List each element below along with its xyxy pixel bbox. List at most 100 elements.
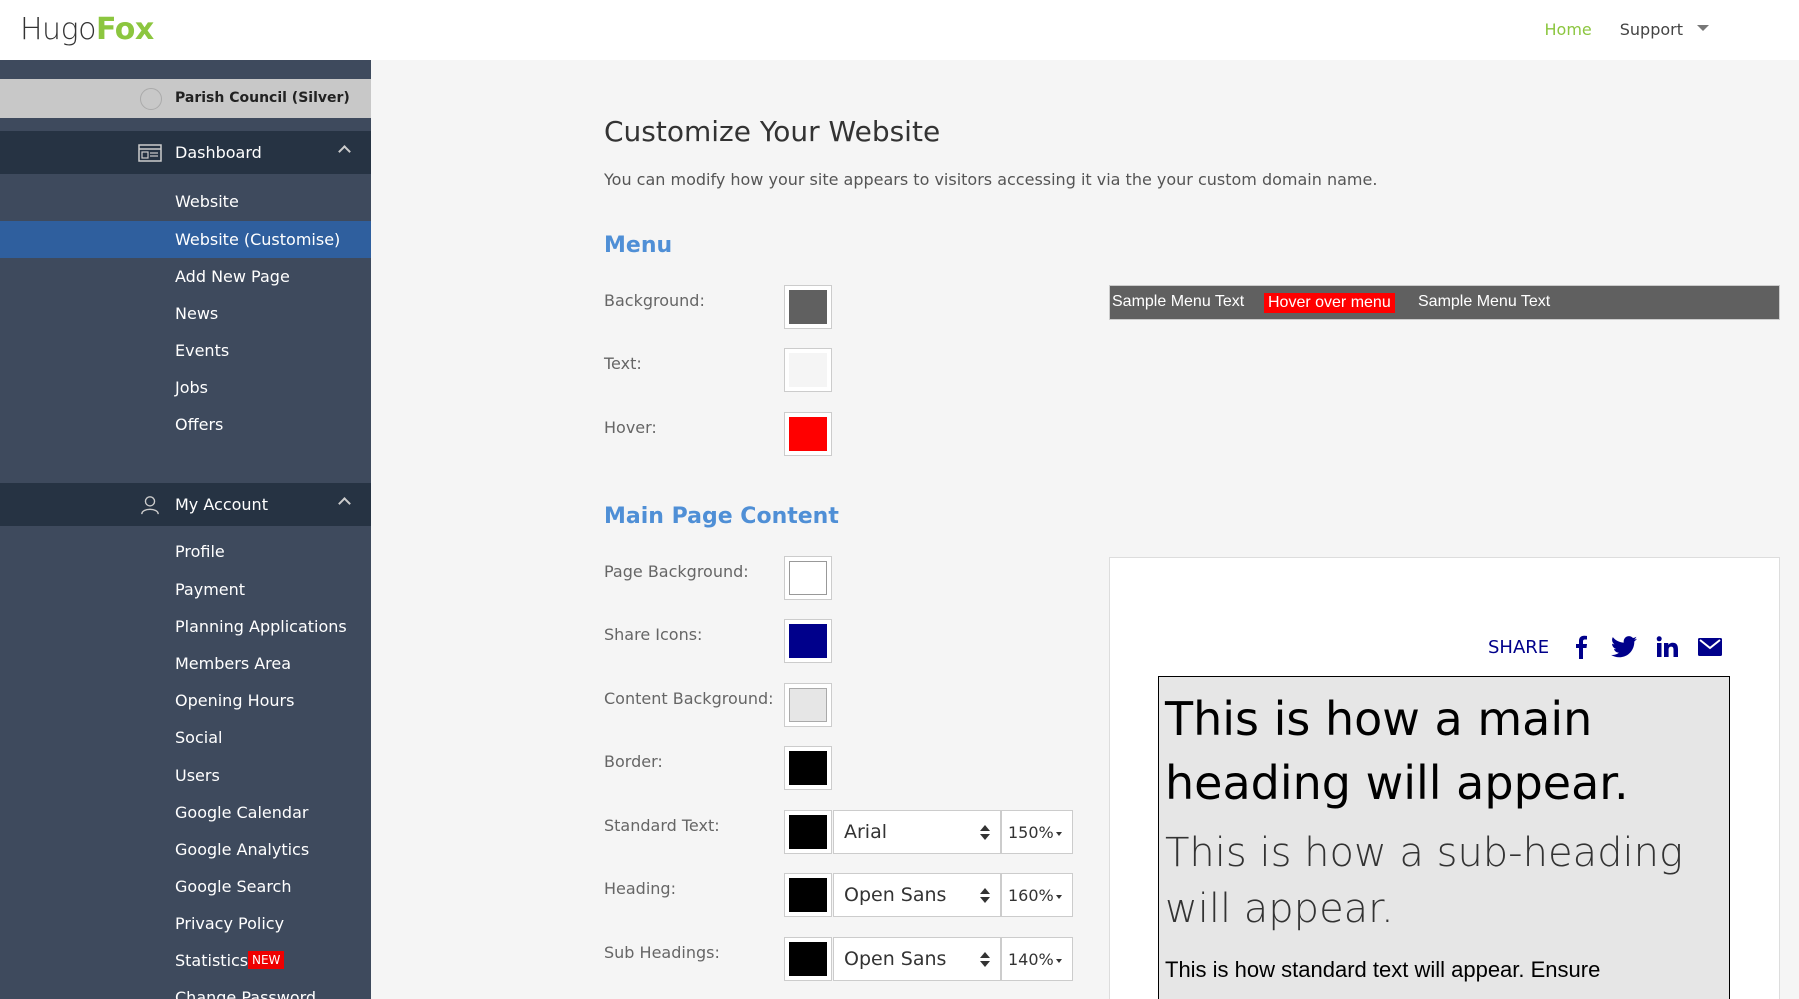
content-sample-box: This is how a main heading will appear. … — [1158, 676, 1730, 999]
facebook-icon[interactable] — [1567, 635, 1595, 659]
heading-color-picker[interactable] — [784, 873, 832, 917]
sidebar-section-my-account[interactable]: My Account — [0, 483, 371, 526]
sidebar-item-payment[interactable]: Payment — [0, 571, 371, 608]
sidebar-item-social[interactable]: Social — [0, 719, 371, 756]
standard-text-color-picker[interactable] — [784, 810, 832, 854]
plan-label: Parish Council (Silver) — [175, 90, 350, 106]
sidebar-item-label: Website (Customise) — [175, 230, 341, 249]
menu-hover-color-picker[interactable] — [784, 412, 832, 456]
sidebar-item-planning-applications[interactable]: Planning Applications — [0, 608, 371, 645]
chevron-up-icon[interactable] — [338, 497, 351, 510]
chevron-up-icon[interactable] — [338, 145, 351, 158]
size-value: 160% — [1008, 886, 1054, 905]
sidebar-item-label: Members Area — [175, 654, 292, 673]
select-value: Open Sans — [844, 948, 947, 970]
swatch-fill — [789, 561, 827, 595]
dashboard-icon — [138, 144, 162, 162]
sub-headings-font-select[interactable]: Open Sans — [833, 937, 1001, 981]
share-icons-label: Share Icons: — [604, 625, 703, 644]
sidebar: Parish Council (Silver) Dashboard Websit… — [0, 60, 371, 999]
preview-menu-item[interactable]: Sample Menu Text — [1418, 293, 1550, 311]
nav-home-link[interactable]: Home — [1545, 20, 1592, 39]
main-content-section-title: Main Page Content — [604, 504, 839, 529]
sidebar-item-label: Statistics — [175, 951, 249, 970]
sidebar-item-opening-hours[interactable]: Opening Hours — [0, 682, 371, 719]
page-title: Customize Your Website — [604, 115, 941, 148]
content-preview: SHARE This is how a main heading will ap… — [1109, 557, 1780, 999]
sidebar-item-change-password[interactable]: Change Password — [0, 979, 371, 999]
nav-support-label: Support — [1619, 20, 1683, 39]
sidebar-item-label: Offers — [175, 415, 224, 434]
menu-text-color-picker[interactable] — [784, 348, 832, 392]
standard-text-label: Standard Text: — [604, 816, 720, 835]
border-label: Border: — [604, 752, 663, 771]
menu-text-label: Text: — [604, 354, 642, 373]
select-arrows-icon — [980, 888, 990, 904]
preview-menu-item[interactable]: Sample Menu Text — [1112, 293, 1244, 311]
select-value: Open Sans — [844, 884, 947, 906]
sidebar-item-google-calendar[interactable]: Google Calendar — [0, 794, 371, 831]
border-color-picker[interactable] — [784, 746, 832, 790]
page-background-color-picker[interactable] — [784, 556, 832, 600]
size-value: 150% — [1008, 823, 1054, 842]
sub-headings-label: Sub Headings: — [604, 943, 720, 962]
heading-font-select[interactable]: Open Sans — [833, 873, 1001, 917]
sidebar-item-google-search[interactable]: Google Search — [0, 868, 371, 905]
heading-size-select[interactable]: 160% — [1001, 873, 1073, 917]
sidebar-item-add-new-page[interactable]: Add New Page — [0, 258, 371, 295]
nav-support-dropdown[interactable]: Support — [1620, 20, 1709, 39]
share-label: SHARE — [1488, 636, 1550, 658]
sidebar-item-members-area[interactable]: Members Area — [0, 645, 371, 682]
sidebar-item-label: Add New Page — [175, 267, 290, 286]
swatch-fill — [789, 942, 827, 976]
sidebar-item-privacy-policy[interactable]: Privacy Policy — [0, 905, 371, 942]
my-account-label: My Account — [175, 495, 268, 514]
sidebar-item-label: Google Analytics — [175, 840, 310, 859]
sidebar-item-label: News — [175, 304, 219, 323]
user-icon — [141, 496, 159, 515]
sidebar-item-jobs[interactable]: Jobs — [0, 369, 371, 406]
email-icon[interactable] — [1696, 635, 1724, 659]
content-background-color-picker[interactable] — [784, 683, 832, 727]
share-icons-color-picker[interactable] — [784, 619, 832, 663]
sidebar-item-label: Google Search — [175, 877, 292, 896]
sidebar-item-statistics[interactable]: Statistics NEW — [0, 942, 371, 979]
menu-section-title: Menu — [604, 233, 673, 258]
standard-text-size-select[interactable]: 150% — [1001, 810, 1073, 854]
hugofox-logo[interactable]: HugoFox — [20, 12, 154, 47]
menu-hover-label: Hover: — [604, 418, 657, 437]
sub-headings-color-picker[interactable] — [784, 937, 832, 981]
twitter-icon[interactable] — [1610, 635, 1638, 659]
swatch-fill — [789, 290, 827, 324]
swatch-fill — [789, 815, 827, 849]
sidebar-item-offers[interactable]: Offers — [0, 406, 371, 443]
sub-headings-size-select[interactable]: 140% — [1001, 937, 1073, 981]
sidebar-item-users[interactable]: Users — [0, 757, 371, 794]
sidebar-section-dashboard[interactable]: Dashboard — [0, 131, 371, 174]
select-arrows-icon — [980, 825, 990, 841]
caret-down-icon — [1055, 958, 1062, 963]
sample-standard-text: This is how standard text will appear. E… — [1165, 957, 1601, 982]
logo-hugo: Hugo — [20, 12, 96, 47]
sidebar-item-website[interactable]: Website — [0, 183, 371, 220]
sidebar-item-website-customise[interactable]: Website (Customise) — [0, 221, 371, 258]
sidebar-item-label: Events — [175, 341, 230, 360]
menu-background-color-picker[interactable] — [784, 285, 832, 329]
caret-down-icon — [1697, 24, 1709, 31]
swatch-fill — [789, 624, 827, 658]
swatch-fill — [789, 751, 827, 785]
sidebar-item-label: Change Password — [175, 988, 317, 999]
preview-menu-item-hover[interactable]: Hover over menu — [1264, 293, 1395, 313]
new-badge: NEW — [248, 951, 285, 969]
content-background-label: Content Background: — [604, 689, 774, 708]
standard-text-font-select[interactable]: Arial — [833, 810, 1001, 854]
sidebar-item-news[interactable]: News — [0, 295, 371, 332]
linkedin-icon[interactable] — [1653, 635, 1681, 659]
swatch-fill — [789, 878, 827, 912]
caret-down-icon — [1055, 831, 1062, 836]
sidebar-item-profile[interactable]: Profile — [0, 533, 371, 570]
sidebar-item-events[interactable]: Events — [0, 332, 371, 369]
sidebar-item-google-analytics[interactable]: Google Analytics — [0, 831, 371, 868]
sample-main-heading: This is how a main heading will appear. — [1165, 692, 1629, 810]
sidebar-item-label: Users — [175, 766, 220, 785]
